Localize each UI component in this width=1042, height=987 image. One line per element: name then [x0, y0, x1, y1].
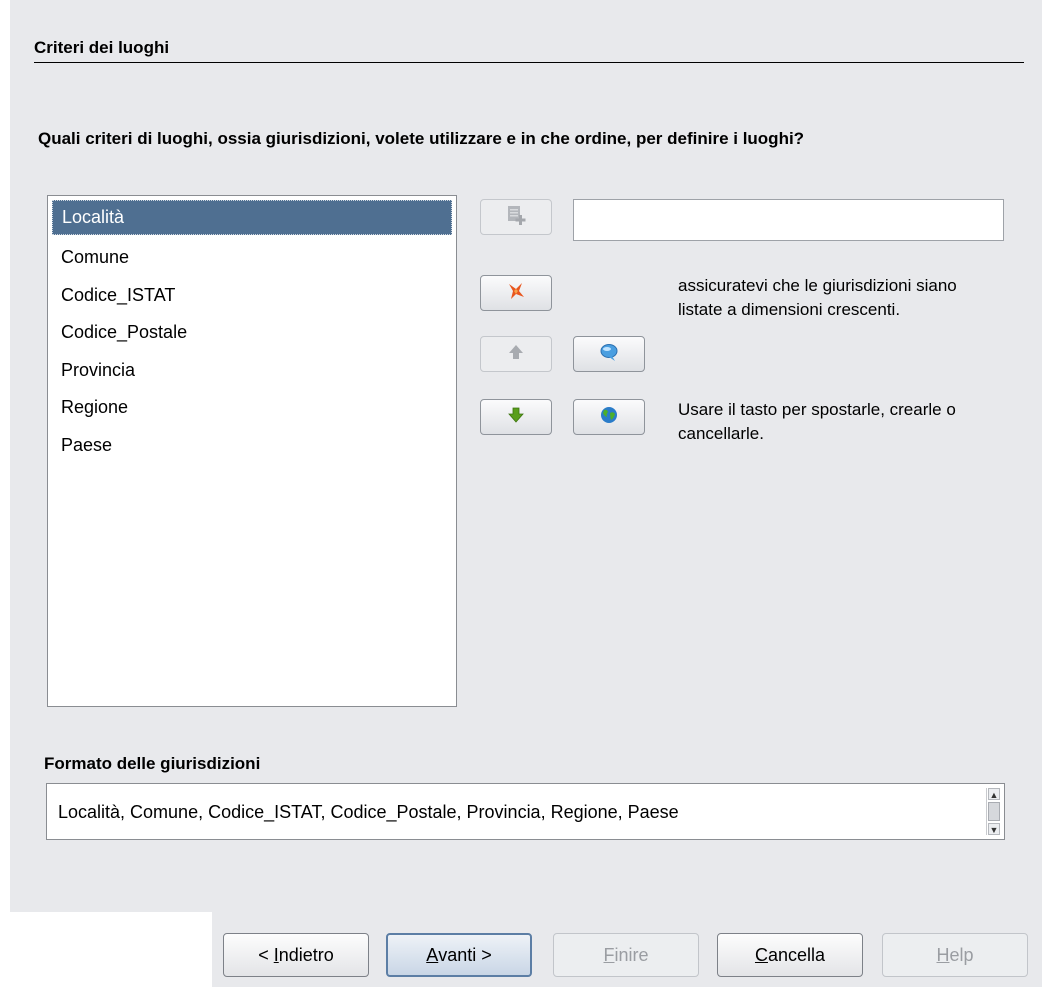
cancel-button-mnemonic: C — [754, 944, 768, 965]
cancel-button[interactable]: Cancella — [717, 933, 863, 977]
format-field[interactable]: Località, Comune, Codice_ISTAT, Codice_P… — [46, 783, 1005, 840]
question-text: Quali criteri di luoghi, ossia giurisdiz… — [38, 129, 805, 148]
background-corner — [0, 912, 212, 987]
add-jurisdiction-button[interactable] — [480, 199, 552, 235]
list-item-regione[interactable]: Regione — [52, 389, 452, 427]
next-button[interactable]: Avanti > — [386, 933, 532, 977]
next-button-label: vanti > — [438, 944, 492, 965]
scroll-up-arrow[interactable]: ▲ — [988, 788, 1000, 800]
move-down-button[interactable] — [480, 399, 552, 435]
delete-jurisdiction-button[interactable] — [480, 275, 552, 311]
arrow-up-icon — [506, 342, 526, 367]
cancel-button-label: ancella — [767, 944, 826, 965]
help-button[interactable]: Help — [882, 933, 1028, 977]
list-item-comune[interactable]: Comune — [52, 239, 452, 277]
finish-button-mnemonic: F — [603, 944, 615, 965]
list-item-paese[interactable]: Paese — [52, 427, 452, 465]
back-button-label: ndietro — [278, 944, 334, 965]
list-item-codice-istat[interactable]: Codice_ISTAT — [52, 277, 452, 315]
list-item-localita[interactable]: Località — [52, 200, 452, 235]
speech-bubble-icon — [598, 341, 620, 368]
comment-button[interactable] — [573, 336, 645, 372]
delete-star-icon — [505, 280, 527, 307]
format-value: Località, Comune, Codice_ISTAT, Codice_P… — [58, 802, 679, 822]
help-button-label: elp — [949, 944, 974, 965]
globe-button[interactable] — [573, 399, 645, 435]
section-title: Criteri dei luoghi — [34, 38, 170, 57]
finish-button-label: inire — [614, 944, 649, 965]
list-item-provincia[interactable]: Provincia — [52, 352, 452, 390]
hint-buttons: Usare il tasto per spostarle, crearle o … — [678, 400, 956, 443]
scroll-thumb[interactable] — [988, 802, 1000, 821]
arrow-down-icon — [506, 405, 526, 430]
finish-button[interactable]: Finire — [553, 933, 699, 977]
jurisdiction-name-input[interactable] — [573, 199, 1004, 241]
add-page-icon — [505, 204, 527, 231]
back-button-prefix: < — [258, 944, 274, 965]
jurisdiction-list[interactable]: Località Comune Codice_ISTAT Codice_Post… — [47, 195, 457, 707]
globe-icon — [598, 404, 620, 431]
section-divider — [34, 62, 1024, 63]
help-button-mnemonic: H — [936, 944, 950, 965]
move-up-button[interactable] — [480, 336, 552, 372]
scroll-down-arrow[interactable]: ▼ — [988, 823, 1000, 835]
next-button-mnemonic: A — [426, 944, 439, 965]
format-scrollbar[interactable]: ▲ ▼ — [986, 788, 1001, 835]
list-item-codice-postale[interactable]: Codice_Postale — [52, 314, 452, 352]
format-label: Formato delle giurisdizioni — [44, 754, 261, 773]
back-button[interactable]: < Indietro — [223, 933, 369, 977]
hint-ordering: assicuratevi che le giurisdizioni siano … — [678, 276, 957, 319]
